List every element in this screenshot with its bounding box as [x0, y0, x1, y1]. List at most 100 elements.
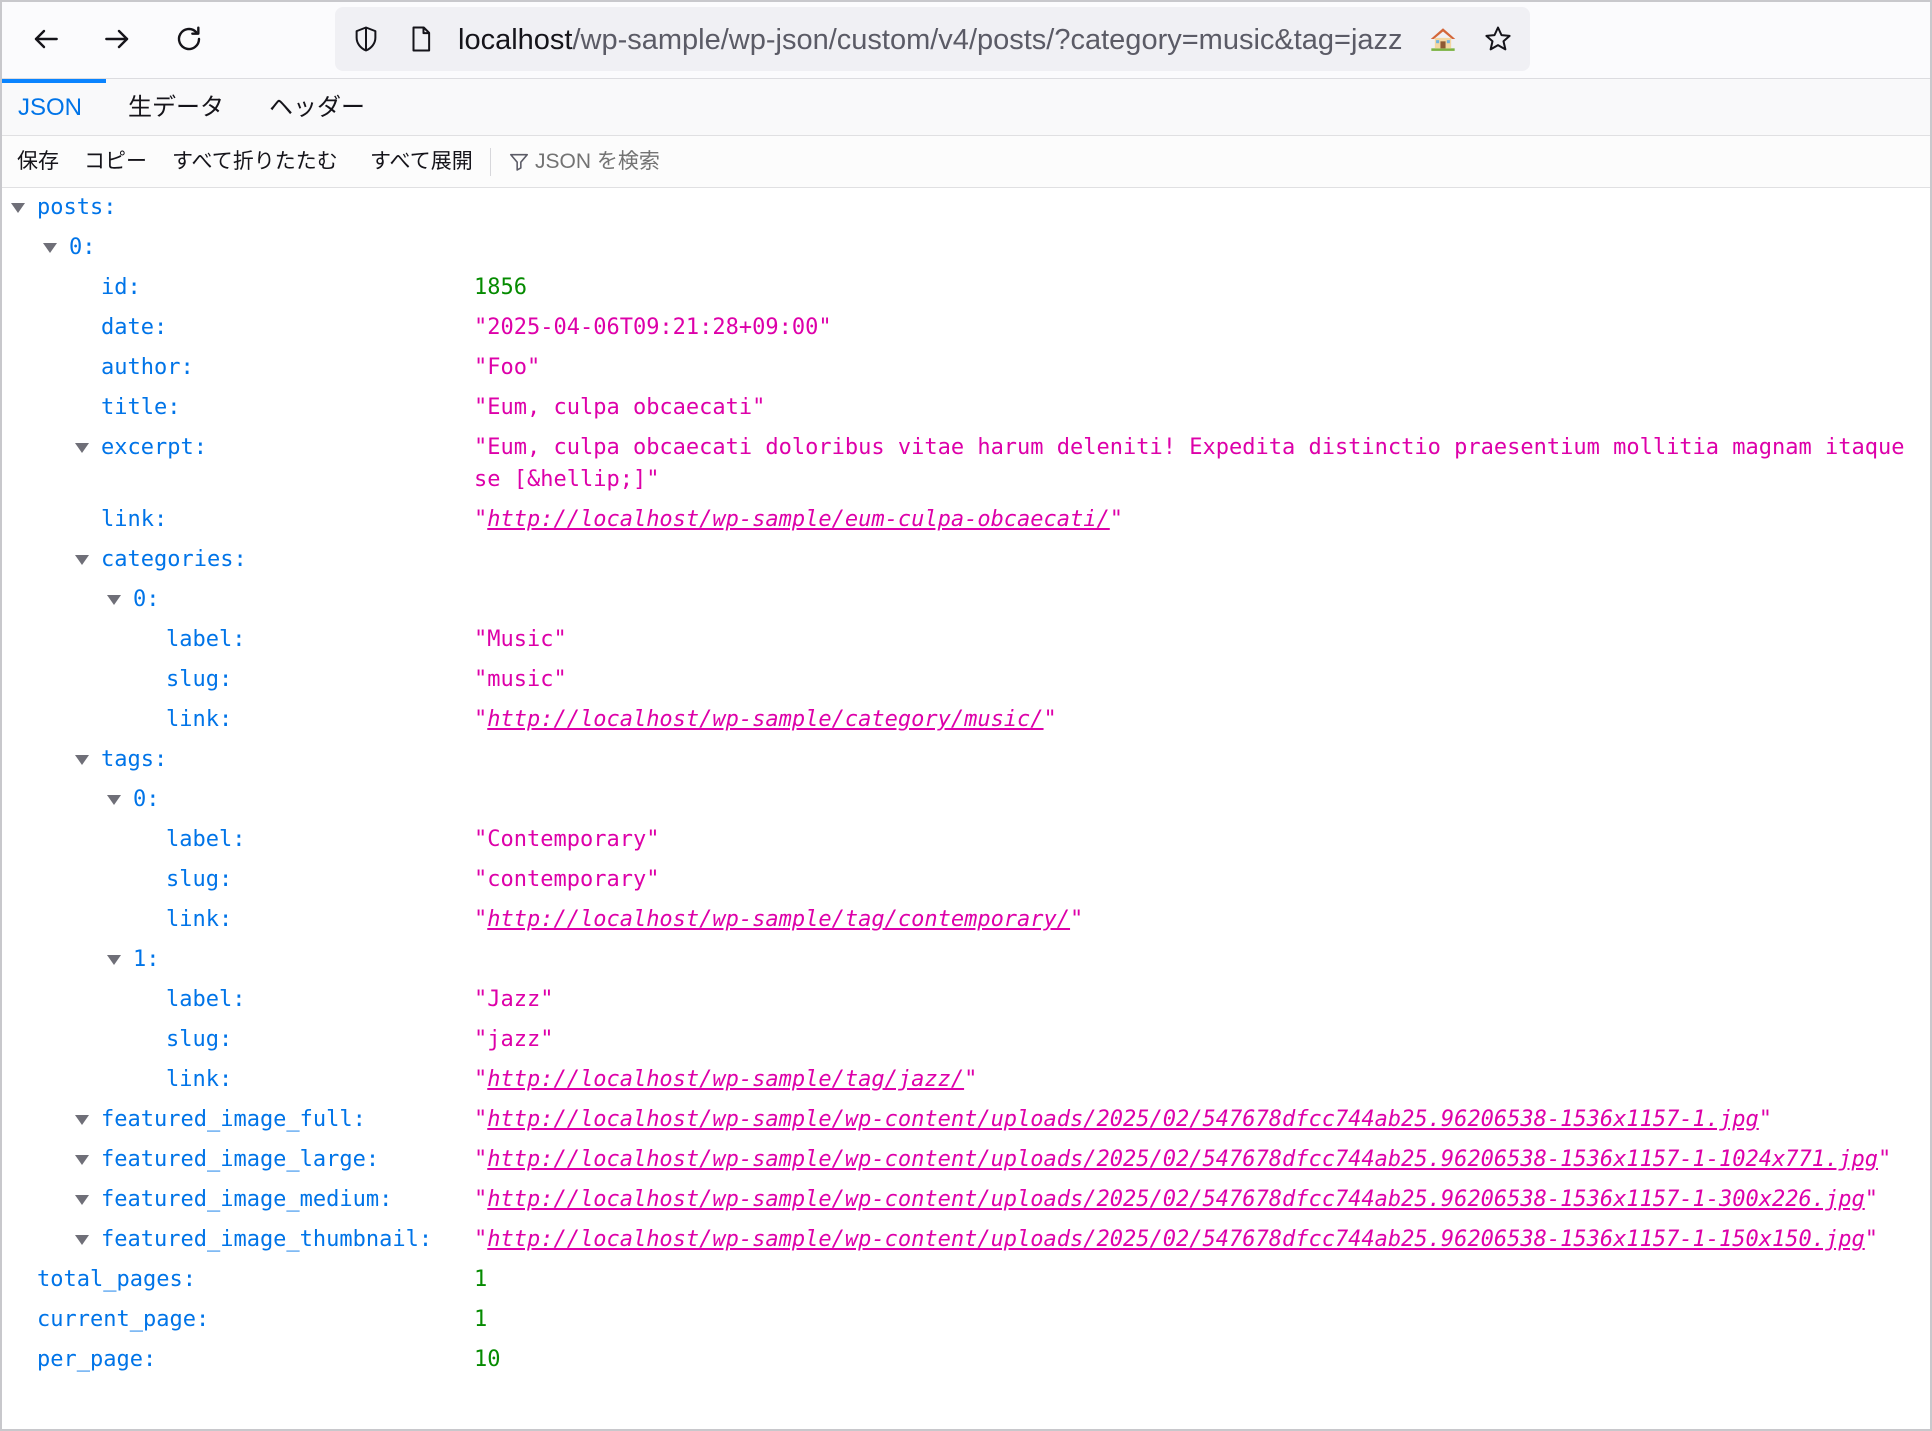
- key-cell: tags: [0, 740, 474, 780]
- expand-triangle-icon[interactable]: [75, 1115, 89, 1125]
- number-value: 1: [474, 1267, 488, 1292]
- json-key: link: [166, 1067, 232, 1092]
- expand-triangle-icon[interactable]: [75, 1155, 89, 1165]
- reload-icon[interactable]: [173, 23, 205, 55]
- json-key: tags: [101, 747, 167, 772]
- key-cell: label: [0, 980, 474, 1020]
- key-cell: slug: [0, 860, 474, 900]
- tree-row-featured-image-medium[interactable]: featured_image_medium http://localhost/w…: [0, 1180, 1932, 1220]
- json-key: link: [101, 507, 167, 532]
- back-arrow-icon[interactable]: [30, 23, 62, 55]
- json-key: posts: [37, 195, 116, 220]
- tree-row-index[interactable]: 0: [0, 580, 1932, 620]
- key-cell: label: [0, 620, 474, 660]
- key-cell: featured_image_thumbnail: [0, 1220, 474, 1260]
- tree-row-index[interactable]: 0: [0, 228, 1932, 268]
- expand-triangle-icon[interactable]: [107, 595, 121, 605]
- expand-triangle-icon[interactable]: [75, 755, 89, 765]
- string-value: Music: [474, 620, 1919, 660]
- tab-json[interactable]: JSON: [18, 79, 82, 135]
- expand-all-button[interactable]: すべて展開: [370, 136, 473, 187]
- tree-row-index[interactable]: 0: [0, 780, 1932, 820]
- expand-triangle-icon[interactable]: [11, 203, 25, 213]
- json-key: 0: [133, 587, 160, 612]
- tree-row-featured-image-thumbnail[interactable]: featured_image_thumbnail http://localhos…: [0, 1220, 1932, 1260]
- tree-row-categories[interactable]: categories: [0, 540, 1932, 580]
- json-key: slug: [166, 867, 232, 892]
- star-icon[interactable]: [1483, 24, 1513, 54]
- value-link[interactable]: http://localhost/wp-sample/tag/jazz/: [487, 1067, 964, 1092]
- string-value: Foo: [474, 348, 1919, 388]
- link-value: http://localhost/wp-sample/category/musi…: [474, 700, 1919, 740]
- tree-row-label: label Contemporary: [0, 820, 1932, 860]
- url-path: /wp-sample/wp-json/custom/v4/posts/?cate…: [572, 24, 1403, 56]
- expand-triangle-icon[interactable]: [75, 1235, 89, 1245]
- tree-row-slug: slug music: [0, 660, 1932, 700]
- expand-triangle-icon[interactable]: [107, 955, 121, 965]
- link-value: http://localhost/wp-sample/wp-content/up…: [474, 1140, 1919, 1180]
- string-value: Contemporary: [474, 820, 1919, 860]
- key-cell: slug: [0, 1020, 474, 1060]
- string-value: 2025-04-06T09:21:28+09:00: [474, 308, 1919, 348]
- value-link[interactable]: http://localhost/wp-sample/wp-content/up…: [487, 1227, 1865, 1252]
- expand-triangle-icon[interactable]: [75, 555, 89, 565]
- expand-triangle-icon[interactable]: [75, 1195, 89, 1205]
- forward-arrow-icon[interactable]: [101, 23, 133, 55]
- tree-row-slug: slug contemporary: [0, 860, 1932, 900]
- tree-row-per-page: per_page 10: [0, 1340, 1932, 1380]
- expand-triangle-icon[interactable]: [107, 795, 121, 805]
- home-icon[interactable]: [1429, 25, 1457, 53]
- string-value: Jazz: [474, 980, 1919, 1020]
- value-link[interactable]: http://localhost/wp-sample/wp-content/up…: [487, 1147, 1878, 1172]
- tab-raw-data[interactable]: 生データ: [128, 79, 224, 135]
- value-link[interactable]: http://localhost/wp-sample/wp-content/up…: [487, 1187, 1865, 1212]
- value-link[interactable]: http://localhost/wp-sample/wp-content/up…: [487, 1107, 1759, 1132]
- expand-triangle-icon[interactable]: [75, 443, 89, 453]
- key-cell: title: [0, 388, 474, 428]
- tree-row-tags[interactable]: tags: [0, 740, 1932, 780]
- key-cell: slug: [0, 660, 474, 700]
- tree-row-featured-image-large[interactable]: featured_image_large http://localhost/wp…: [0, 1140, 1932, 1180]
- tree-row-featured-image-full[interactable]: featured_image_full http://localhost/wp-…: [0, 1100, 1932, 1140]
- tab-headers[interactable]: ヘッダー: [269, 79, 365, 135]
- key-cell: label: [0, 820, 474, 860]
- value-link[interactable]: http://localhost/wp-sample/category/musi…: [487, 707, 1043, 732]
- json-key: author: [101, 355, 194, 380]
- json-filter-input[interactable]: [535, 144, 955, 179]
- number-value: 1856: [474, 275, 527, 300]
- value-link[interactable]: http://localhost/wp-sample/tag/contempor…: [487, 907, 1070, 932]
- json-key: excerpt: [101, 435, 207, 460]
- value-link[interactable]: http://localhost/wp-sample/eum-culpa-obc…: [487, 507, 1110, 532]
- json-key: link: [166, 907, 232, 932]
- tree-row-id: id 1856: [0, 268, 1932, 308]
- copy-button[interactable]: コピー: [84, 136, 147, 187]
- collapse-all-button[interactable]: すべて折りたたむ: [172, 136, 338, 187]
- tree-row-posts[interactable]: posts: [0, 188, 1932, 228]
- tree-row-current-page: current_page 1: [0, 1300, 1932, 1340]
- address-bar[interactable]: localhost/wp-sample/wp-json/custom/v4/po…: [335, 7, 1530, 71]
- save-button[interactable]: 保存: [17, 136, 59, 187]
- key-cell: link: [0, 700, 474, 740]
- tree-row-total-pages: total_pages 1: [0, 1260, 1932, 1300]
- key-cell: featured_image_large: [0, 1140, 474, 1180]
- string-value: music: [474, 660, 1919, 700]
- tree-row-excerpt[interactable]: excerpt Eum, culpa obcaecati doloribus v…: [0, 428, 1932, 500]
- json-key: link: [166, 707, 232, 732]
- json-key: 0: [133, 787, 160, 812]
- key-cell: excerpt: [0, 428, 474, 468]
- json-key: featured_image_thumbnail: [101, 1227, 432, 1252]
- url-text[interactable]: localhost/wp-sample/wp-json/custom/v4/po…: [458, 7, 1403, 71]
- json-key: label: [166, 627, 245, 652]
- key-cell: categories: [0, 540, 474, 580]
- json-key: label: [166, 827, 245, 852]
- page-icon[interactable]: [406, 24, 436, 54]
- json-key: 1: [133, 947, 160, 972]
- shield-icon[interactable]: [351, 24, 381, 54]
- tree-row-label: label Music: [0, 620, 1932, 660]
- key-cell: featured_image_full: [0, 1100, 474, 1140]
- toolbar-divider: [490, 148, 491, 176]
- tree-row-index[interactable]: 1: [0, 940, 1932, 980]
- key-cell: author: [0, 348, 474, 388]
- json-key: slug: [166, 1027, 232, 1052]
- expand-triangle-icon[interactable]: [43, 243, 57, 253]
